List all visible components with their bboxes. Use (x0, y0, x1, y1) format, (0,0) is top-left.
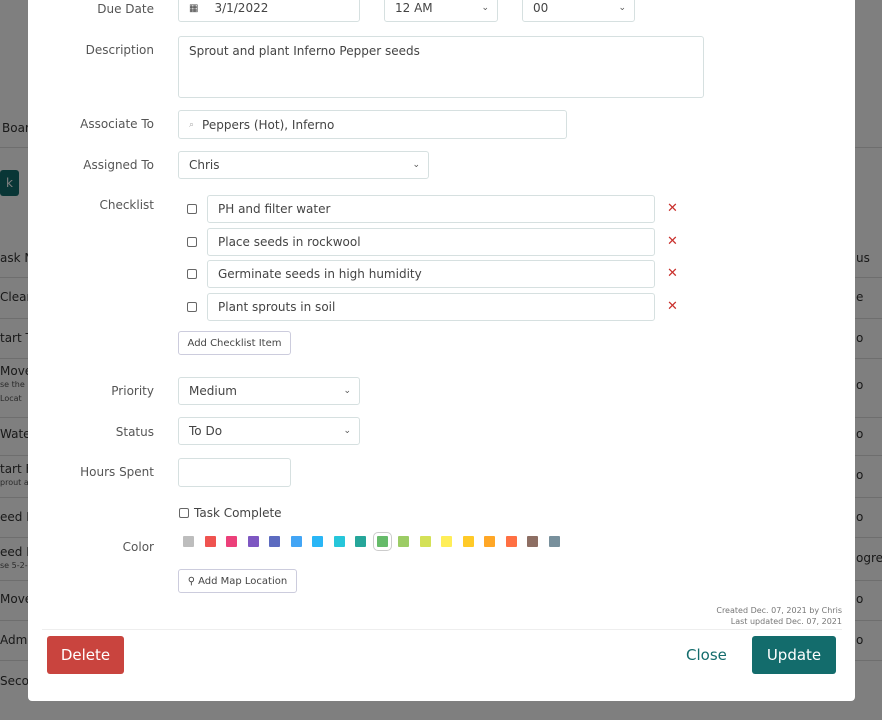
checklist-checkbox[interactable] (187, 236, 197, 247)
color-swatch[interactable] (398, 536, 409, 547)
assigned-select[interactable]: Chris ⌄ (178, 151, 429, 179)
remove-checklist-item-icon[interactable]: ✕ (667, 234, 678, 249)
update-button[interactable]: Update (752, 636, 836, 674)
chevron-down-icon: ⌄ (343, 426, 351, 436)
chevron-down-icon: ⌄ (618, 3, 626, 13)
description-textarea[interactable]: Sprout and plant Inferno Pepper seeds (178, 36, 704, 98)
close-button[interactable]: Close (686, 646, 727, 664)
remove-checklist-item-icon[interactable]: ✕ (667, 266, 678, 281)
created-info: Created Dec. 07, 2021 by Chris (716, 606, 842, 615)
hours-input[interactable] (178, 458, 291, 487)
checklist-checkbox[interactable] (187, 204, 197, 214)
minute-select[interactable]: 00 ⌄ (522, 0, 635, 22)
color-swatch[interactable] (548, 536, 560, 547)
map-marker-icon: ⚲ (187, 575, 196, 587)
chevron-down-icon: ⌄ (412, 160, 420, 170)
checklist-item-input[interactable]: Place seeds in rockwool (207, 227, 655, 256)
status-select[interactable]: To Do ⌄ (178, 417, 360, 445)
color-swatch[interactable] (462, 536, 474, 547)
remove-checklist-item-icon[interactable]: ✕ (667, 201, 678, 216)
color-swatch[interactable] (247, 536, 259, 547)
color-swatch[interactable] (290, 536, 302, 547)
updated-info: Last updated Dec. 07, 2021 (730, 617, 842, 626)
color-swatch[interactable] (484, 536, 495, 547)
color-swatch[interactable] (269, 536, 280, 547)
checklist-item-input[interactable]: Germinate seeds in high humidity (207, 260, 655, 288)
checklist-checkbox[interactable] (187, 301, 197, 312)
due-date-input[interactable]: ▦ 3/1/2022 (178, 0, 360, 22)
chevron-down-icon: ⌄ (343, 386, 351, 396)
priority-select[interactable]: Medium ⌄ (178, 377, 360, 405)
associate-label: Associate To (80, 117, 154, 131)
color-label: Color (122, 540, 154, 554)
delete-button[interactable]: Delete (47, 636, 124, 674)
color-swatch[interactable] (419, 536, 431, 547)
remove-checklist-item-icon[interactable]: ✕ (667, 299, 678, 314)
color-swatch[interactable] (183, 536, 194, 547)
color-swatch[interactable] (312, 536, 323, 547)
task-complete-label: Task Complete (194, 506, 282, 520)
assigned-label: Assigned To (83, 158, 154, 172)
hour-select[interactable]: 12 AM ⌄ (384, 0, 498, 22)
search-icon: ⌕ (189, 119, 195, 130)
edit-task-modal: Due Date ▦ 3/1/2022 12 AM ⌄ 00 ⌄ Descripti… (28, 0, 855, 701)
footer-divider (42, 629, 842, 630)
checklist-item-input[interactable]: PH and filter water (207, 195, 655, 223)
checklist-label: Checklist (99, 198, 154, 212)
status-label: Status (115, 425, 154, 439)
add-checklist-item-button[interactable]: Add Checklist Item (178, 331, 291, 355)
color-swatch[interactable] (441, 536, 452, 547)
color-swatch[interactable] (527, 536, 538, 547)
priority-label: Priority (111, 384, 154, 398)
due-date-label: Due Date (97, 2, 154, 16)
color-swatch[interactable] (372, 532, 392, 551)
chevron-down-icon: ⌄ (481, 3, 489, 13)
color-swatch[interactable] (333, 536, 345, 547)
color-swatch[interactable] (226, 536, 237, 547)
color-swatch[interactable] (505, 536, 517, 547)
checklist-item-input[interactable]: Plant sprouts in soil (207, 292, 655, 321)
color-swatch[interactable] (355, 536, 366, 547)
associate-search-input[interactable]: ⌕ Peppers (Hot), Inferno (178, 110, 567, 139)
hours-label: Hours Spent (80, 465, 154, 479)
add-map-location-button[interactable]: ⚲ Add Map Location (178, 569, 297, 593)
description-label: Description (85, 43, 154, 57)
checklist-checkbox[interactable] (187, 269, 197, 279)
color-swatch[interactable] (204, 536, 216, 547)
task-complete-checkbox[interactable] (179, 508, 189, 518)
calendar-icon: ▦ (189, 2, 199, 14)
